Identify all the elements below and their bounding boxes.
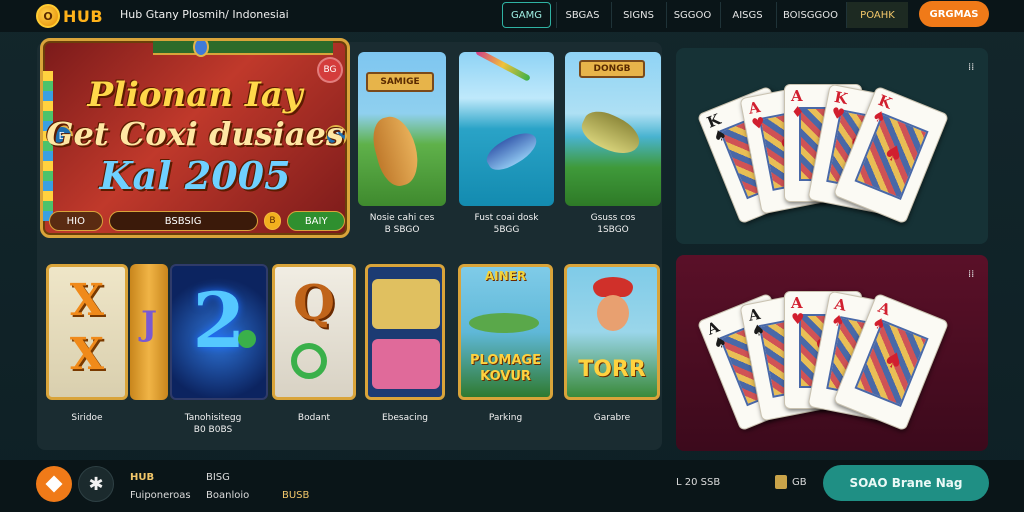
hero-title-line1: Plionan Iay [87,75,303,115]
game-tile-slot-q[interactable]: Q [272,264,356,400]
card-rank: A [791,87,803,105]
tile-caption-title: Tanohisitegg [184,413,242,423]
tile-caption-title: Gsuss cos [590,213,636,223]
logo[interactable]: O HUB [36,4,103,28]
tile-caption-value: 1SBGO [597,225,629,235]
tile-caption-title: Fust coai dosk [474,213,539,223]
nav-item-3[interactable]: SIGNS [611,2,665,28]
slot-symbol-x: X [69,275,105,326]
tile-caption-title: Nosie cahi ces [369,213,435,223]
card-rank: A [791,294,803,312]
game-tile-slot-j[interactable]: J [130,264,168,400]
tile-caption-value: B SBGO [384,225,420,235]
tile-title-text: PLOMAGE KOVUR [470,353,541,384]
fish-icon [372,339,440,389]
tile-caption: Tanohisitegg B0 B0BS [158,412,268,436]
tile-sign: DONGB [579,60,645,78]
fish-icon [576,104,646,162]
slot-symbol-x: X [69,329,105,380]
footer-col2-title: BISG [206,472,230,483]
fish-icon [367,112,425,190]
logo-text: HUB [63,6,104,26]
tile-banner-text: AINER [484,269,527,283]
tile-caption: Fust coai dosk 5BGG [459,212,554,236]
fishing-rod-icon [475,52,531,82]
card-suit-icon: ♠ [749,320,767,341]
game-tile-slot-2[interactable]: 2 [170,264,268,400]
nav-item-7[interactable]: POAHK [846,2,908,28]
hero-play-button[interactable]: BAIY [287,211,345,231]
card-game-panel-top[interactable]: ⁞⁞ K♠♠A♥♥A♦♦K♥♥K♠♠ [676,48,988,244]
tile-caption-value: B0 B0BS [193,425,233,435]
tile-caption: Gsuss cos 1SBGO [565,212,661,236]
card-suit-icon: ♥ [749,113,767,134]
footer-link[interactable]: BUSB [282,490,309,501]
fish-icon [482,126,542,176]
top-nav-bar: O HUB Hub Gtany Plosmih/ Indonesiai GAMG… [0,0,1024,32]
hero-left-button[interactable]: HIO [49,211,103,231]
diamond-icon [45,475,63,493]
menu-icon[interactable]: ⁞⁞ [968,269,974,280]
tile-caption: Garabre [593,413,631,423]
slot-symbol-2: 2 [192,276,246,365]
tile-caption: Siridoe [71,413,103,423]
game-tile-fishing-1[interactable]: SAMIGE [358,52,446,206]
card-suit-icon: ♠ [829,310,847,331]
hero-top-frame [153,41,333,55]
hero-title-line3: Kal 2005 [99,153,291,198]
footer-col2-sub: Boanloio [206,490,250,501]
footer-cta-button[interactable]: SOAO Brane Nag [823,465,989,501]
logo-coin-icon: O [36,4,60,28]
card-suit-icon: ♥ [829,103,847,124]
tile-caption-value: 5BGG [493,225,520,235]
green-gem-icon [238,330,256,348]
coin-icon: B [263,212,282,230]
hat-icon [593,277,633,297]
nav-item-game[interactable]: GAMG [502,2,551,28]
nav-item-6[interactable]: BOISGGOO [776,2,844,28]
game-tile-slot-x[interactable]: X X [46,264,128,400]
gear-icon: ✱ [88,473,104,495]
nav-item-5[interactable]: AISGS [720,2,774,28]
slot-symbol-j: J [140,304,158,344]
site-title: Hub Gtany Plosmih/ Indonesiai [120,8,289,21]
fish-icon [469,313,539,333]
hero-title-line2: Get Coxi dusiaes [46,115,344,153]
wallet-icon [775,475,787,489]
game-tile-torr[interactable]: TORR [564,264,660,400]
home-button[interactable] [36,466,72,502]
footer-stat-2: GB [792,477,807,488]
hero-balance-display: BSBSIG [108,211,258,231]
footer-stat: L 20 SSB [676,477,721,488]
footer-brand: HUB [130,472,155,483]
card-suit-icon: ♥ [791,310,805,328]
header-cta-button[interactable]: GRGMAS [919,1,989,27]
settings-button[interactable]: ✱ [78,466,114,502]
tile-sign: SAMIGE [366,72,434,92]
tile-caption: Parking [488,413,523,423]
nav-item-2[interactable]: SBGAS [556,2,608,28]
game-tile-fish-slots[interactable] [365,264,445,400]
gem-icon [193,41,209,57]
tile-caption: Ebesacing [381,413,428,423]
card-game-panel-bottom[interactable]: ⁞⁞ A♠♠A♠♠A♥♥A♠♠A♠♠ [676,255,988,451]
hero-action-bar: HIO BSBSIG B BAIY [49,209,345,233]
slot-symbol-q: Q [293,275,335,331]
character-icon [597,295,629,331]
tile-caption: Nosie cahi ces B SBGO [358,212,446,236]
menu-icon[interactable]: ⁞⁞ [968,62,974,73]
nav-item-4[interactable]: SGGOO [666,2,718,28]
hero-banner[interactable]: BG B B Plionan Iay Get Coxi dusiaes Kal … [40,38,350,238]
tile-title-text: TORR [578,357,646,382]
card-suit-icon: ♦ [791,103,805,121]
footer-brand-sub: Fuiponeroas [130,490,191,501]
tile-caption: Bodant [297,413,331,423]
green-ring-icon [291,343,327,379]
game-tile-fishing-3[interactable]: DONGB [565,52,661,206]
game-tile-fishing-2[interactable] [459,52,554,206]
game-tile-plomage[interactable]: AINER PLOMAGE KOVUR [458,264,553,400]
fish-icon [372,279,440,329]
app-root: O HUB Hub Gtany Plosmih/ Indonesiai GAMG… [0,0,1024,512]
